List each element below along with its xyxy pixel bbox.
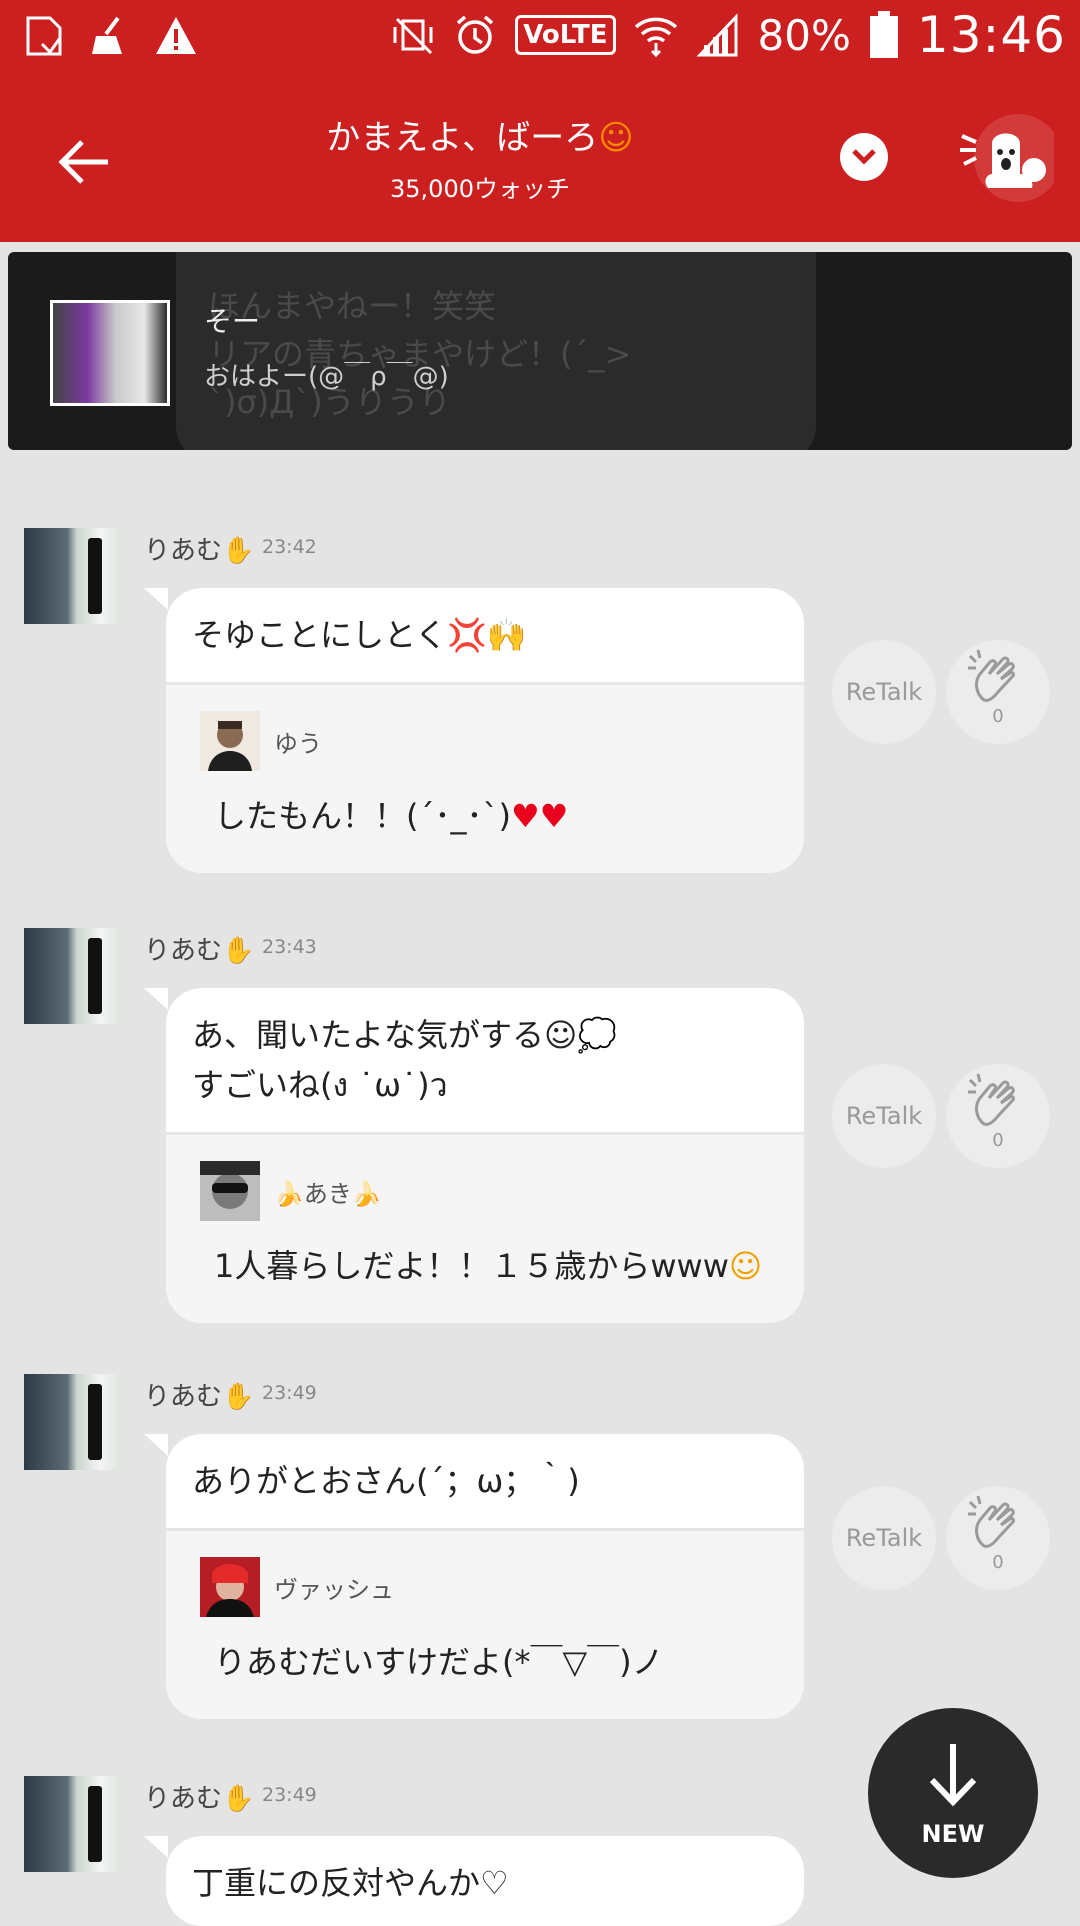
mascot-icon[interactable] <box>958 114 1054 210</box>
retalk-button[interactable]: ReTalk <box>832 640 936 744</box>
sender-name[interactable]: りあむ✋ <box>144 1778 254 1815</box>
watch-count: 35,000ウォッチ <box>390 175 570 203</box>
avatar[interactable] <box>24 928 120 1024</box>
message-time: 23:42 <box>262 536 317 558</box>
quote-avatar <box>200 711 260 771</box>
talk-title-text: かまえよ、ばーろ <box>326 118 599 158</box>
new-button-label: NEW <box>921 1820 985 1848</box>
message-bubble[interactable]: あ、聞いたよな気がする☺💭 すごいね(ง ˙ω˙)ว 🍌あき🍌 1人暮らしだよ！… <box>166 988 804 1323</box>
hand-emoji-icon: ✋ <box>222 1382 255 1412</box>
heart-outline-emoji-icon: ♡ <box>480 1864 509 1902</box>
quote-text: りあむだいすけだよ(*￣▽￣)ノ <box>214 1643 664 1681</box>
clap-button[interactable]: 0 <box>946 1486 1050 1590</box>
clap-icon <box>968 1073 1015 1126</box>
app-bar: かまえよ、ばーろ☺ 35,000ウォッチ <box>0 78 1080 242</box>
message-time: 23:49 <box>262 1382 317 1404</box>
back-arrow-icon[interactable] <box>52 130 116 194</box>
avatar[interactable] <box>24 528 120 624</box>
dropdown-button[interactable] <box>840 133 888 181</box>
clap-button[interactable]: 0 <box>946 1064 1050 1168</box>
status-bar: VoLTE 80% 13:46 <box>0 0 1080 78</box>
sender-name[interactable]: りあむ✋ <box>144 1376 254 1413</box>
chevron-down-icon <box>852 149 876 165</box>
battery-icon <box>869 11 898 58</box>
talk-title[interactable]: かまえよ、ばーろ☺ <box>200 110 760 159</box>
clap-icon <box>968 649 1015 702</box>
pinned-thumbnail <box>50 300 170 406</box>
pinned-message-text: おはよー(@￣ρ￣@) <box>204 362 449 392</box>
message-time: 23:43 <box>262 936 317 958</box>
sender-name[interactable]: りあむ✋ <box>144 530 254 567</box>
new-messages-button[interactable]: NEW <box>868 1708 1038 1878</box>
hand-emoji-icon: ✋ <box>222 1784 255 1814</box>
quote-text: したもん！！(´･_･`)♥♥ <box>214 797 569 835</box>
message-text: 丁重にの反対やんか♡ <box>192 1864 509 1902</box>
quote-user-name: ゆう <box>274 729 322 758</box>
heart-emoji-icon: ♥♥ <box>510 797 569 835</box>
underlying-bubble-text: ほんまやねー！笑笑 リアの青ちゃまやけど！(´_> `)σ)Д`)うりうり <box>208 287 632 421</box>
message-time: 23:49 <box>262 1784 317 1806</box>
sd-card-icon <box>26 16 62 56</box>
clap-icon <box>968 1495 1015 1548</box>
quote-avatar <box>200 1161 260 1221</box>
quote-user-name: 🍌あき🍌 <box>274 1179 382 1208</box>
clap-count: 0 <box>992 1130 1004 1151</box>
message-bubble[interactable]: そゆことにしとく💢🙌 ゆう したもん！！(´･_･`)♥♥ <box>166 588 804 873</box>
avatar[interactable] <box>24 1776 120 1872</box>
message-bubble[interactable]: 丁重にの反対やんか♡ <box>166 1836 804 1926</box>
message-text: あ、聞いたよな気がする☺💭 すごいね(ง ˙ω˙)ว <box>166 988 804 1135</box>
volte-indicator: VoLTE <box>515 15 616 55</box>
smile-emoji-icon: ☺ <box>728 1247 763 1285</box>
message-bubble[interactable]: ありがとおさん(´；ω；｀) ヴァッシュ りあむだいすけだよ(*￣▽￣)ノ <box>166 1434 804 1719</box>
arrow-down-icon <box>929 1744 977 1807</box>
quoted-message[interactable]: 🍌あき🍌 1人暮らしだよ！！１５歳からwww☺ <box>166 1135 804 1323</box>
clap-count: 0 <box>992 1552 1004 1573</box>
emoji-icon: 💢🙌 <box>447 616 527 654</box>
vibrate-off-icon <box>393 17 433 55</box>
quote-avatar <box>200 1557 260 1617</box>
retalk-button[interactable]: ReTalk <box>832 1486 936 1590</box>
alarm-icon <box>457 15 494 54</box>
pinned-user-name: そー <box>204 305 261 338</box>
retalk-button[interactable]: ReTalk <box>832 1064 936 1168</box>
quoted-message[interactable]: ヴァッシュ りあむだいすけだよ(*￣▽￣)ノ <box>166 1531 804 1719</box>
smile-emoji-icon: ☺ <box>598 118 634 158</box>
message-text: ありがとおさん(´；ω；｀) <box>166 1434 804 1531</box>
quote-user-name: ヴァッシュ <box>274 1575 394 1604</box>
sender-name[interactable]: りあむ✋ <box>144 930 254 967</box>
clean-broom-icon <box>92 16 122 54</box>
hand-emoji-icon: ✋ <box>222 936 255 966</box>
clap-button[interactable]: 0 <box>946 640 1050 744</box>
talk-title-block: かまえよ、ばーろ☺ 35,000ウォッチ <box>200 110 760 204</box>
avatar[interactable] <box>24 1374 120 1470</box>
warning-icon <box>156 17 196 54</box>
battery-percent: 80% <box>757 10 851 60</box>
hand-emoji-icon: ✋ <box>222 536 255 566</box>
signal-icon <box>696 13 738 57</box>
quoted-message[interactable]: ゆう したもん！！(´･_･`)♥♥ <box>166 685 804 873</box>
quote-text: 1人暮らしだよ！！１５歳からwww☺ <box>214 1247 763 1285</box>
clap-count: 0 <box>992 706 1004 727</box>
wifi-icon <box>634 17 677 57</box>
status-time: 13:46 <box>916 6 1066 64</box>
message-text: そゆことにしとく💢🙌 <box>166 588 804 685</box>
pinned-message-banner[interactable]: ほんまやねー！笑笑 リアの青ちゃまやけど！(´_> `)σ)Д`)うりうり そー… <box>8 252 1072 450</box>
